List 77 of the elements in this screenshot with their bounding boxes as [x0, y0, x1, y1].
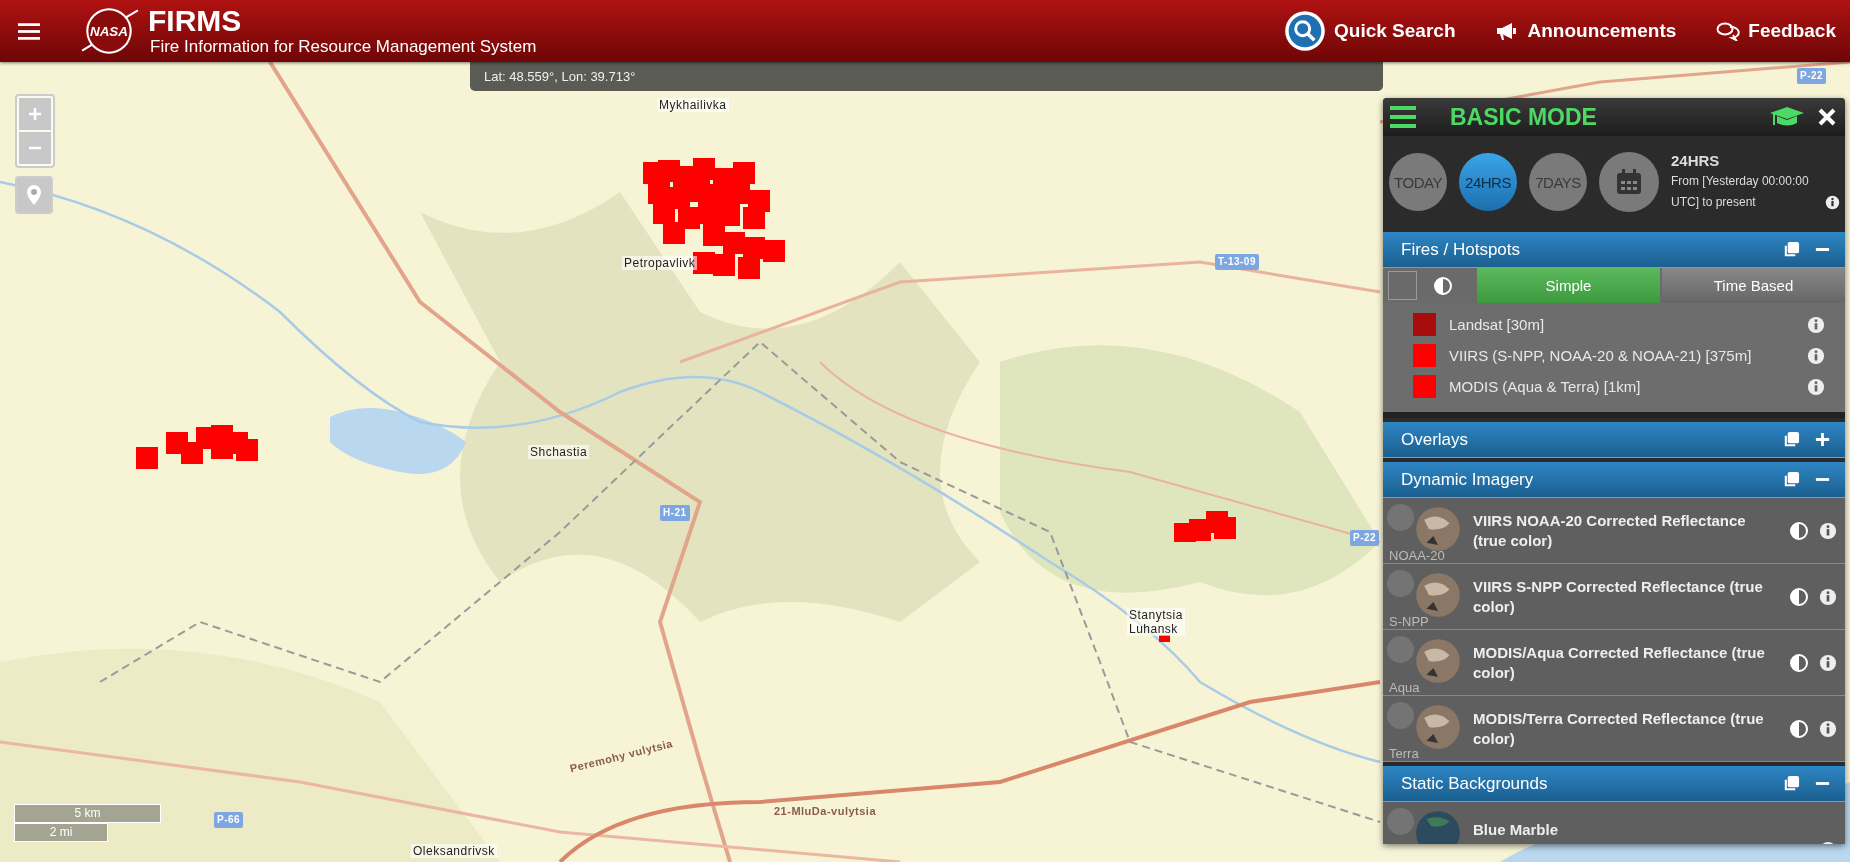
app-title: FIRMS	[148, 5, 243, 37]
section-title: Overlays	[1401, 429, 1470, 450]
place-label: Stanytsia Luhansk	[1127, 608, 1185, 636]
copy-icon[interactable]	[1783, 775, 1800, 792]
close-icon[interactable]	[1817, 107, 1837, 127]
contrast-icon[interactable]	[1789, 652, 1809, 673]
menu-icon[interactable]	[1390, 106, 1416, 128]
search-link[interactable]: Quick Search	[1284, 10, 1456, 52]
contrast-icon[interactable]	[1789, 718, 1809, 739]
section-header[interactable]: Dynamic Imagery	[1383, 462, 1845, 498]
road-number: P-66	[214, 812, 244, 828]
thumbnail-label: Terra	[1389, 745, 1419, 761]
period-button[interactable]: 7DAYS	[1529, 153, 1587, 211]
copy-icon[interactable]	[1783, 431, 1800, 448]
feedback-link[interactable]: Feedback	[1716, 20, 1836, 42]
section-title: Fires / Hotspots	[1401, 239, 1522, 260]
place-label: Shchastia	[528, 445, 590, 459]
info-icon[interactable]	[1819, 653, 1837, 672]
road-number: T-13-09	[1215, 254, 1259, 270]
panel-title: BASIC MODE	[1450, 103, 1597, 131]
satellite-thumbnail	[1415, 571, 1461, 618]
scale-bar: 2 mi	[14, 823, 108, 842]
thumbnail-label: S-NPP	[1389, 613, 1429, 629]
thumbnail-label: NOAA-20	[1389, 547, 1445, 563]
checkbox[interactable]	[1388, 271, 1417, 300]
app-subtitle: Fire Information for Resource Management System	[150, 37, 537, 57]
road-number: H-21	[660, 505, 690, 521]
calendar-icon	[1615, 168, 1643, 196]
range-description: From [Yesterday 00:00:00 UTC] to present	[1671, 172, 1810, 211]
announce-link[interactable]: Announcements	[1495, 20, 1677, 42]
contrast-icon[interactable]	[1789, 586, 1809, 607]
layer-title[interactable]: MODIS/Aqua Corrected Reflectance (true color)	[1473, 642, 1779, 683]
contrast-icon[interactable]	[1789, 520, 1809, 541]
contrast-icon[interactable]	[1433, 275, 1453, 296]
coordinates-text: Lat: 48.559°, Lon: 39.713°	[484, 69, 636, 84]
place-label: Mykhailivka	[657, 98, 729, 112]
section-header[interactable]: Overlays	[1383, 422, 1845, 458]
mode-tab[interactable]: Time Based	[1662, 268, 1845, 303]
section-title: Dynamic Imagery	[1401, 469, 1535, 490]
section-title: Static Backgrounds	[1401, 773, 1549, 794]
copy-icon[interactable]	[1783, 241, 1800, 258]
menu-icon[interactable]	[18, 21, 40, 41]
satellite-thumbnail	[1415, 703, 1461, 750]
range-title: 24HRS	[1671, 151, 1721, 169]
info-icon[interactable]	[1819, 587, 1837, 606]
legend-label: VIIRS (S-NPP, NOAA-20 & NOAA-21) [375m]	[1449, 347, 1753, 364]
period-button[interactable]: TODAY	[1389, 153, 1447, 211]
road-number: P-22	[1350, 530, 1380, 546]
speech-bubbles-icon[interactable]	[1716, 21, 1741, 41]
satellite-thumbnail	[1415, 505, 1461, 552]
section-header[interactable]: Static Backgrounds	[1383, 766, 1845, 802]
info-icon[interactable]	[1819, 719, 1837, 738]
plus-icon	[27, 106, 43, 122]
search-icon[interactable]	[1284, 10, 1327, 52]
satellite-thumbnail	[1415, 637, 1461, 684]
map-view[interactable]	[0, 62, 1850, 862]
place-label: Petropavlivk	[622, 256, 698, 270]
info-icon[interactable]	[1819, 521, 1837, 540]
layer-title[interactable]: VIIRS NOAA-20 Corrected Reflectance (true color)	[1473, 510, 1779, 551]
road-number: P-22	[1797, 68, 1827, 84]
expand-icon[interactable]	[1814, 431, 1831, 448]
globe-thumbnail	[1415, 809, 1461, 844]
section-header[interactable]: Fires / Hotspots	[1383, 232, 1845, 268]
layer-title[interactable]: MODIS/Terra Corrected Reflectance (true color)	[1473, 708, 1779, 749]
layer-title[interactable]: VIIRS S-NPP Corrected Reflectance (true color)	[1473, 576, 1779, 617]
thumbnail-label: Aqua	[1389, 679, 1420, 695]
info-icon[interactable]	[1825, 194, 1840, 210]
period-button[interactable]: 24HRS	[1459, 153, 1517, 211]
place-label: Oleksandrivsk	[411, 844, 497, 858]
legend-label: MODIS (Aqua & Terra) [1km]	[1449, 378, 1642, 395]
scale-bar: 5 km	[14, 804, 161, 823]
location-pin-icon	[26, 184, 42, 206]
mode-tab[interactable]: Simple	[1477, 268, 1660, 303]
copy-icon[interactable]	[1783, 471, 1800, 488]
legend-label: Landsat [30m]	[1449, 316, 1546, 333]
calendar-button[interactable]	[1599, 152, 1659, 212]
street-label: 21-MluDa-vulytsia	[773, 804, 878, 818]
